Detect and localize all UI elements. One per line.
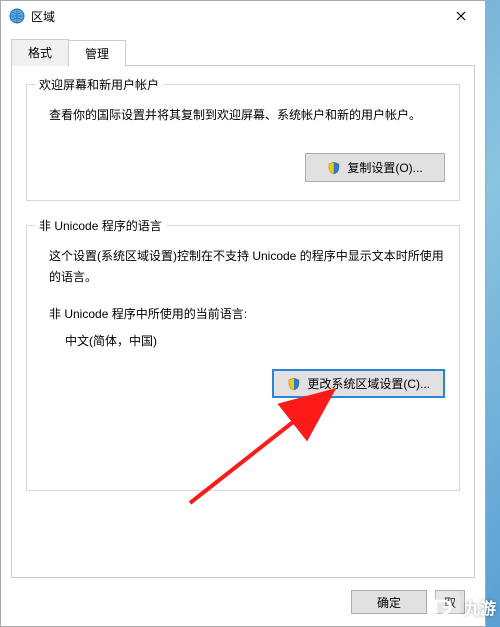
tab-format[interactable]: 格式 — [11, 39, 69, 66]
tab-admin[interactable]: 管理 — [68, 40, 126, 67]
dialog-button-row: 确定 取 — [11, 578, 475, 626]
tab-panel-admin: 欢迎屏幕和新用户帐户 查看你的国际设置并将其复制到欢迎屏幕、系统帐户和新的用户帐… — [11, 65, 475, 578]
shield-icon — [327, 161, 341, 175]
change-system-locale-button[interactable]: 更改系统区域设置(C)... — [272, 369, 445, 398]
change-system-locale-label: 更改系统区域设置(C)... — [307, 375, 430, 392]
ok-button[interactable]: 确定 — [351, 590, 427, 614]
group-welcome: 欢迎屏幕和新用户帐户 查看你的国际设置并将其复制到欢迎屏幕、系统帐户和新的用户帐… — [26, 84, 460, 201]
tab-container: 格式 管理 欢迎屏幕和新用户帐户 查看你的国际设置并将其复制到欢迎屏幕、系统帐户… — [1, 31, 485, 626]
group-nonunicode: 非 Unicode 程序的语言 这个设置(系统区域设置)控制在不支持 Unico… — [26, 225, 460, 491]
window-title: 区域 — [31, 8, 438, 25]
current-lang-label: 非 Unicode 程序中所使用的当前语言: — [49, 305, 445, 322]
copy-settings-label: 复制设置(O)... — [347, 159, 422, 176]
shield-icon — [287, 377, 301, 391]
group-welcome-legend: 欢迎屏幕和新用户帐户 — [35, 76, 163, 93]
watermark-icon — [428, 591, 460, 623]
group-welcome-desc: 查看你的国际设置并将其复制到欢迎屏幕、系统帐户和新的用户帐户。 — [49, 105, 445, 125]
region-dialog: 区域 格式 管理 欢迎屏幕和新用户帐户 查看你的国际设置并将其复制到欢迎屏幕、系… — [0, 0, 486, 627]
tab-strip: 格式 管理 — [11, 39, 475, 66]
current-lang-value: 中文(简体，中国) — [65, 332, 445, 349]
copy-settings-button[interactable]: 复制设置(O)... — [305, 153, 445, 182]
group-nonunicode-legend: 非 Unicode 程序的语言 — [35, 217, 166, 234]
close-button[interactable] — [438, 2, 483, 30]
group-nonunicode-desc: 这个设置(系统区域设置)控制在不支持 Unicode 的程序中显示文本时所使用的… — [49, 246, 445, 287]
globe-icon — [9, 8, 25, 24]
titlebar: 区域 — [1, 1, 485, 31]
watermark-text: 九游 — [464, 595, 496, 619]
watermark: 九游 — [428, 591, 496, 623]
